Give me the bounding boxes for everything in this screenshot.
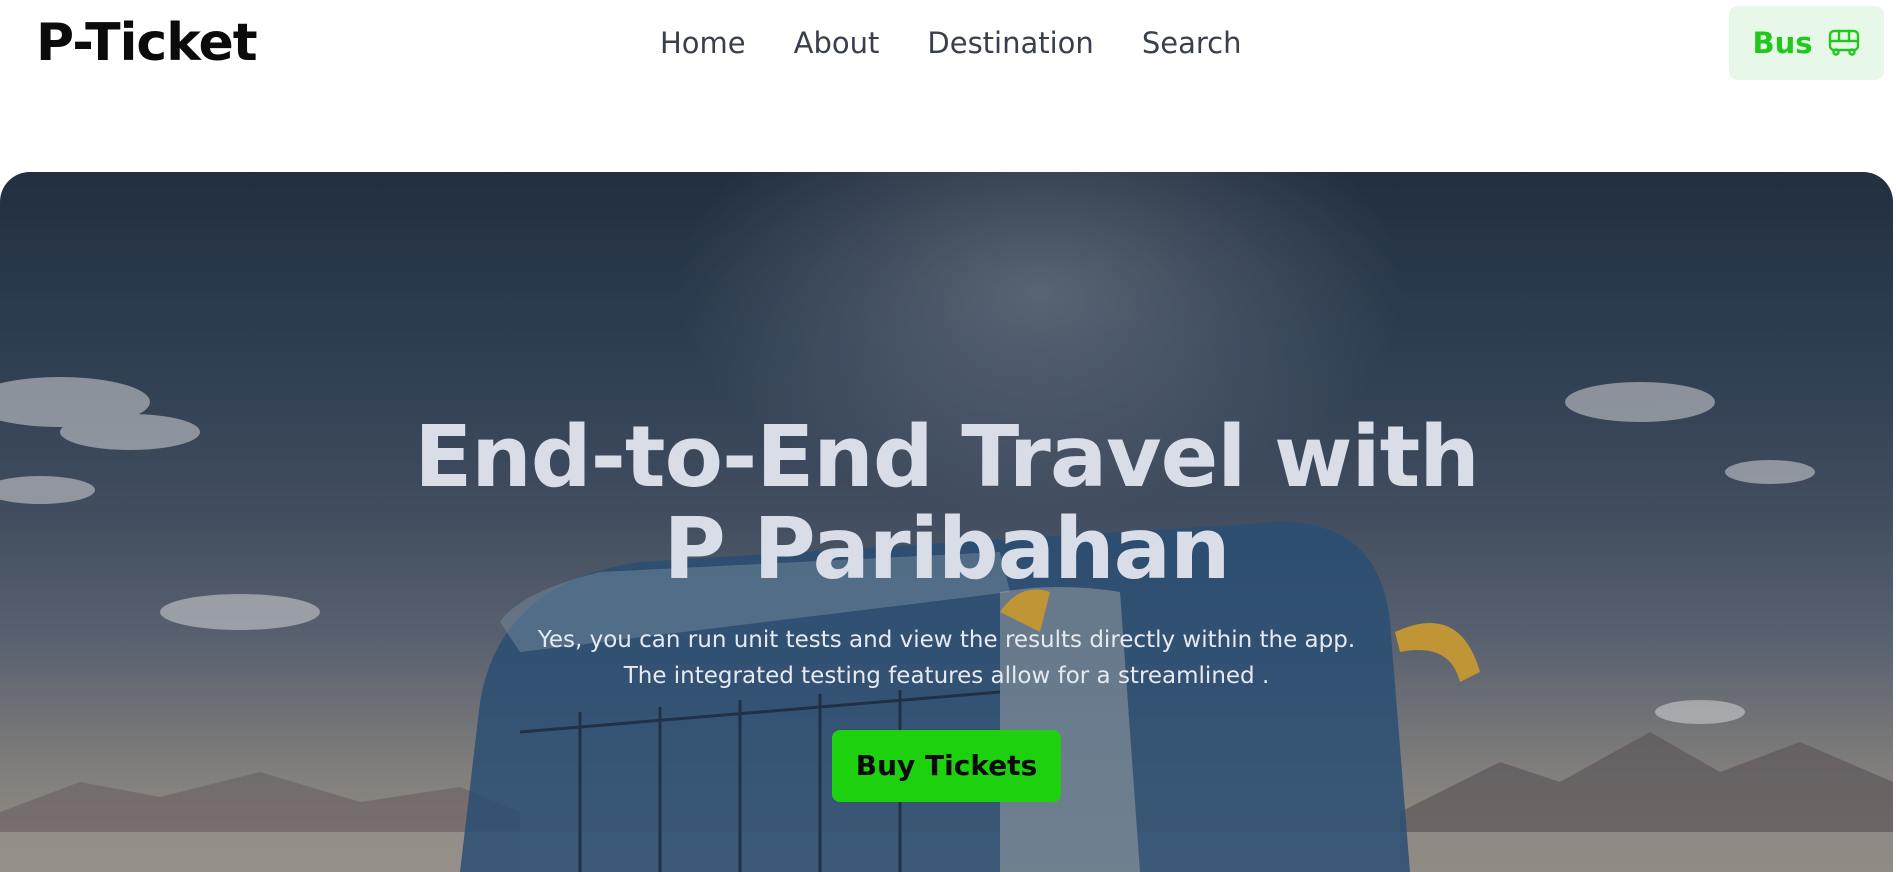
hero-title-line-1: End-to-End Travel with <box>414 408 1480 507</box>
nav-link-about[interactable]: About <box>794 20 880 66</box>
nav-link-search[interactable]: Search <box>1142 20 1242 66</box>
site-logo[interactable]: P-Ticket <box>36 10 258 76</box>
top-navbar: P-Ticket Home About Destination Search B… <box>0 0 1896 172</box>
main-nav: Home About Destination Search <box>660 20 1289 66</box>
bus-button-label: Bus <box>1752 26 1813 60</box>
bus-button[interactable]: Bus <box>1729 6 1884 80</box>
hero-title-line-2: P Paribahan <box>663 500 1231 599</box>
nav-link-home[interactable]: Home <box>660 20 746 66</box>
buy-tickets-button[interactable]: Buy Tickets <box>831 730 1062 802</box>
hero-banner: End-to-End Travel with P Paribahan Yes, … <box>0 172 1893 872</box>
hero-content: End-to-End Travel with P Paribahan Yes, … <box>0 412 1893 802</box>
nav-link-destination[interactable]: Destination <box>927 20 1093 66</box>
bus-icon <box>1827 28 1861 58</box>
hero-subtitle-line-2: The integrated testing features allow fo… <box>623 663 1270 689</box>
hero-subtitle-line-1: Yes, you can run unit tests and view the… <box>537 627 1356 653</box>
hero-subtitle: Yes, you can run unit tests and view the… <box>0 622 1893 694</box>
hero-title: End-to-End Travel with P Paribahan <box>397 412 1497 596</box>
